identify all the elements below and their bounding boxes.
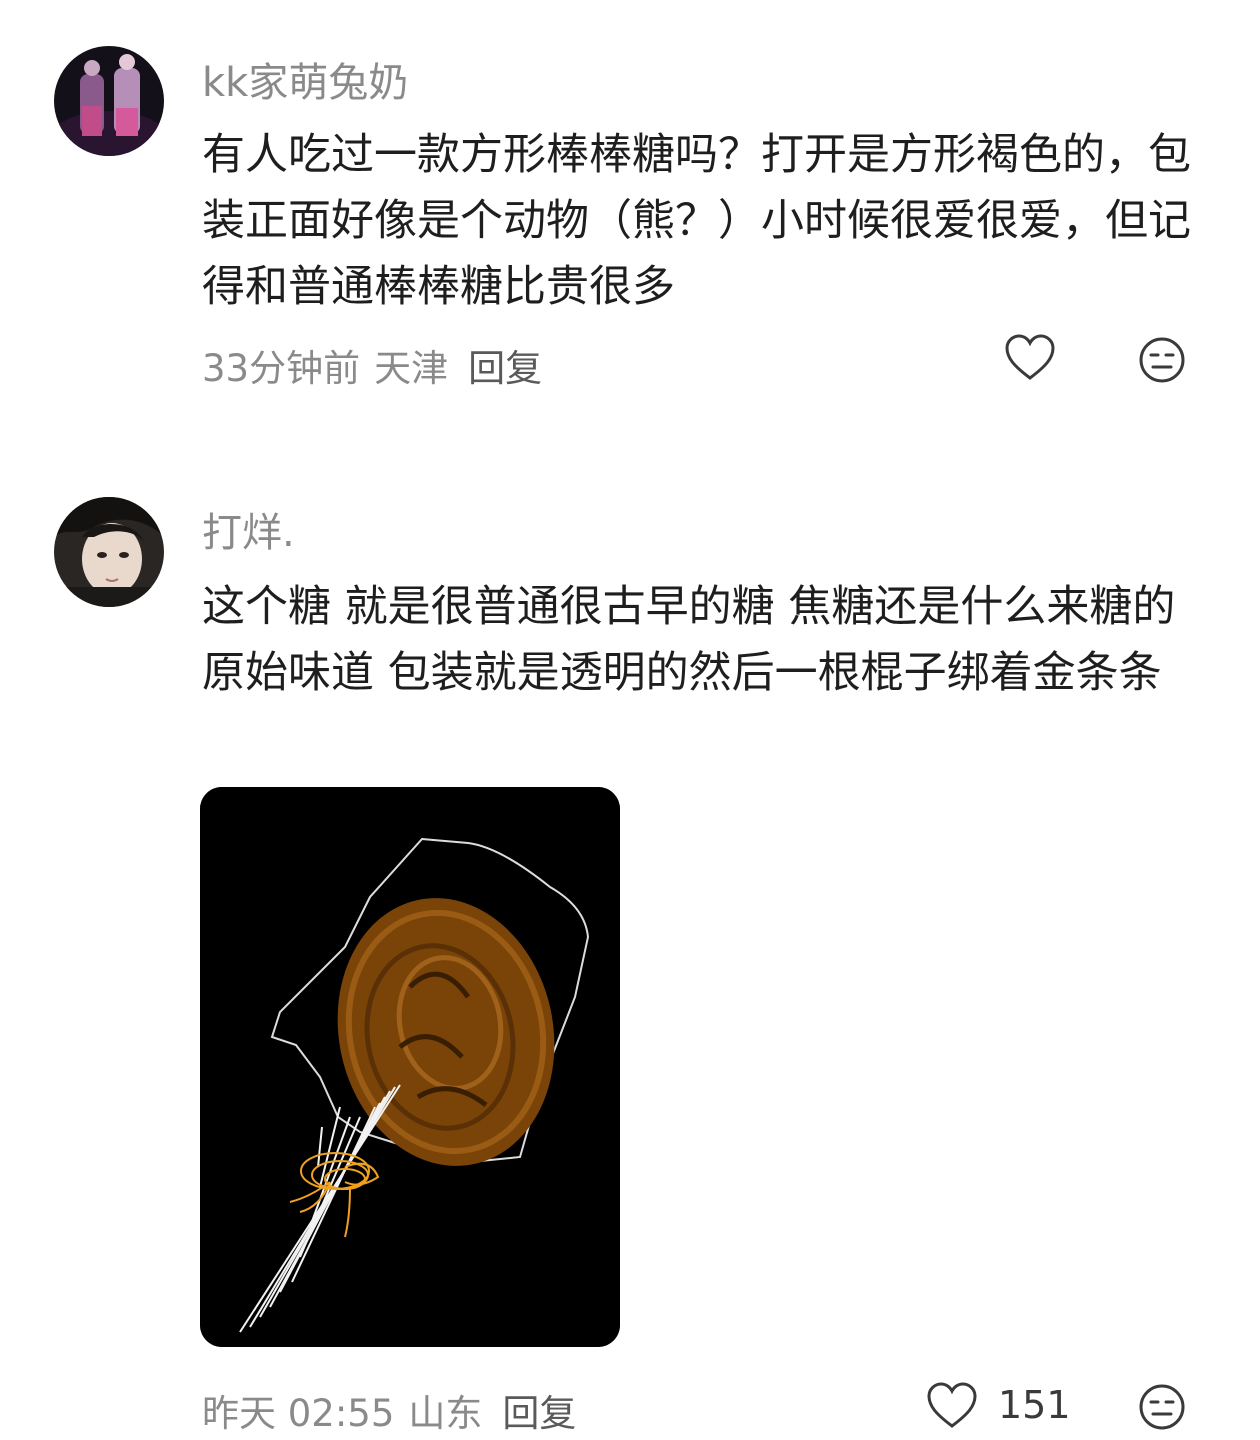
neutral-face-icon: [1139, 337, 1185, 383]
comment-meta: 昨天 02:55 山东 回复: [202, 1383, 590, 1437]
dislike-button[interactable]: [1138, 1383, 1186, 1435]
comment-meta: 33分钟前 天津 回复: [202, 338, 556, 392]
heart-outline-icon: [927, 1382, 977, 1428]
like-count: 151: [998, 1383, 1071, 1427]
like-button[interactable]: [1004, 334, 1056, 386]
heart-outline-icon: [1005, 334, 1055, 380]
comment-time: 昨天 02:55: [202, 1392, 395, 1435]
username[interactable]: kk家萌兔奶: [202, 50, 408, 108]
reply-button[interactable]: 回复: [502, 1392, 576, 1435]
avatar[interactable]: [54, 46, 164, 156]
comment-time: 33分钟前: [202, 347, 361, 390]
username[interactable]: 打烊.: [202, 500, 295, 558]
reply-button[interactable]: 回复: [468, 347, 542, 390]
dislike-button[interactable]: [1138, 336, 1186, 388]
attached-image[interactable]: [200, 787, 620, 1347]
lollipop-drawing: [200, 787, 620, 1347]
comment-location: 天津: [374, 347, 449, 390]
comment-location: 山东: [408, 1392, 483, 1435]
avatar[interactable]: [54, 497, 164, 607]
neutral-face-icon: [1139, 1384, 1185, 1430]
comment-text: 有人吃过一款方形棒棒糖吗？打开是方形褐色的，包装正面好像是个动物（熊？）小时候很…: [202, 130, 1191, 312]
like-button[interactable]: [926, 1382, 978, 1434]
comment-text: 这个糖 就是很普通很古早的糖 焦糖还是什么来糖的原始味道 包装就是透明的然后一根…: [202, 582, 1176, 698]
